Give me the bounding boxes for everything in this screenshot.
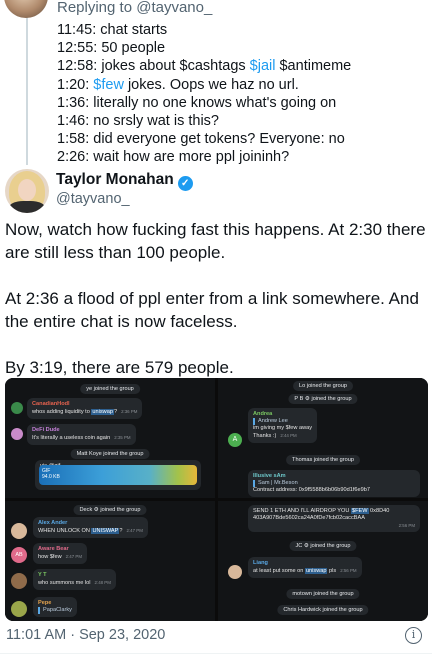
reply-line: 1:46: no srsly wat is this? xyxy=(57,113,219,130)
author-handle[interactable]: @tayvano_ xyxy=(56,191,130,207)
verified-badge-icon: ✓ xyxy=(177,176,193,191)
replying-prefix: Replying to xyxy=(57,0,137,16)
chat-message: CanadianHodl whos adding liquidity to un… xyxy=(27,398,143,419)
join-notice: Matt Koye joined the group xyxy=(70,449,150,459)
tweet-paragraph: Now, watch how fucking fast this happens… xyxy=(5,220,426,262)
replying-handle-link[interactable]: @tayvano_ xyxy=(136,0,212,16)
join-notice: P B ⚙ joined the group xyxy=(288,394,358,404)
cashtag-link[interactable]: $jail xyxy=(250,58,276,74)
chat-message: SEND 1 ETH AND I'LL AIRDROP YOU $FEW 0x8… xyxy=(248,505,420,532)
reply-line: 1:20: $few jokes. Oops we haz no url. xyxy=(57,76,351,94)
tweet-timestamp-link[interactable]: 11:01 AM · Sep 23, 2020 xyxy=(6,627,165,643)
replying-to: Replying to @tayvano_ xyxy=(57,0,212,16)
reply-line: 1:36: literally no one knows what's goin… xyxy=(57,94,337,111)
author-row: Taylor Monahan ✓ @tayvano_ xyxy=(0,166,432,216)
reply-line: 11:45: chat starts xyxy=(57,22,168,38)
chat-message: DeFi Dude It's literally a useless coin … xyxy=(27,424,136,445)
chat-avatar: A xyxy=(228,433,242,447)
divider xyxy=(0,653,432,654)
chat-message: Illusive sAm Sam | Mr.Beson Contract add… xyxy=(248,470,420,497)
chat-avatar xyxy=(11,601,27,617)
thread-line xyxy=(26,0,28,165)
media-image[interactable]: ye joined the group CanadianHodl whos ad… xyxy=(5,378,215,498)
avatar[interactable] xyxy=(4,0,48,18)
chat-message: Andrea Andrew Lee im giving my $few away… xyxy=(248,408,318,443)
join-notice: JC ⚙ joined the group xyxy=(289,541,357,551)
reply-text-segment: jokes. Oops we haz no url. xyxy=(123,76,299,93)
media-image[interactable]: Deck ⚙ joined the group Alex Ander WHEN … xyxy=(5,501,215,621)
reply-line: 12:55: 50 people xyxy=(57,40,166,57)
chat-message: Pepe PapaClarky xyxy=(33,597,77,617)
chat-avatar xyxy=(11,428,23,440)
reply-line: 1:58: did everyone get tokens? Everyone:… xyxy=(57,131,345,148)
reply-text-segment: 12:58: jokes about $cashtags xyxy=(57,58,250,75)
join-notice: motown joined the group xyxy=(286,589,360,599)
info-icon[interactable]: i xyxy=(405,627,422,644)
tweet-paragraph: By 3:19, there are 579 people. xyxy=(5,358,234,377)
chat-avatar xyxy=(11,402,23,414)
tweet-paragraph: At 2:36 a flood of ppl enter from a link… xyxy=(5,289,419,331)
author-avatar[interactable] xyxy=(5,169,49,213)
reply-block: Replying to @tayvano_ 11:45: chat starts… xyxy=(0,0,432,165)
reply-text-segment: $antimeme xyxy=(275,58,352,75)
join-notice: Chris Hardwick joined the group xyxy=(277,605,369,615)
chat-avatar: AB xyxy=(11,547,27,563)
reply-text-segment: 1:20: xyxy=(57,76,94,93)
chat-avatar xyxy=(228,565,242,579)
chat-message: Liang at least put some on uniswap pls 2:… xyxy=(248,557,362,578)
chat-message: Y T who summons me lol 2:48 PM xyxy=(33,569,116,590)
join-notice: Lo joined the group xyxy=(293,381,353,391)
chat-avatar xyxy=(11,523,27,539)
chat-avatar xyxy=(11,573,27,589)
reply-line: 12:58: jokes about $cashtags $jail $anti… xyxy=(57,57,351,75)
reply-text: 11:45: chat starts 12:55: 50 people 12:5… xyxy=(57,21,351,167)
chat-message: Alex Ander WHEN UNLOCK ON UNISWAP? 2:47 P… xyxy=(33,517,148,538)
tweet-body: Now, watch how fucking fast this happens… xyxy=(5,218,430,402)
media-grid: ye joined the group CanadianHodl whos ad… xyxy=(5,378,428,621)
author-name[interactable]: Taylor Monahan ✓ xyxy=(56,171,193,191)
reply-line: 2:26: wait how are more ppl joininh? xyxy=(57,149,290,166)
join-notice: Deck ⚙ joined the group xyxy=(73,505,147,515)
media-image[interactable]: SEND 1 ETH AND I'LL AIRDROP YOU $FEW 0x8… xyxy=(218,501,428,621)
join-notice: ye joined the group xyxy=(80,384,140,394)
cashtag-link[interactable]: $few xyxy=(93,77,124,93)
gif-preview[interactable]: GIF 94.0 KB xyxy=(39,465,197,485)
join-notice: Thomas joined the group xyxy=(286,455,360,465)
media-image[interactable]: Lo joined the group P B ⚙ joined the gro… xyxy=(218,378,428,498)
chat-message: Aware Bear how $few 2:47 PM xyxy=(33,543,87,564)
author-name-text[interactable]: Taylor Monahan xyxy=(56,171,174,188)
